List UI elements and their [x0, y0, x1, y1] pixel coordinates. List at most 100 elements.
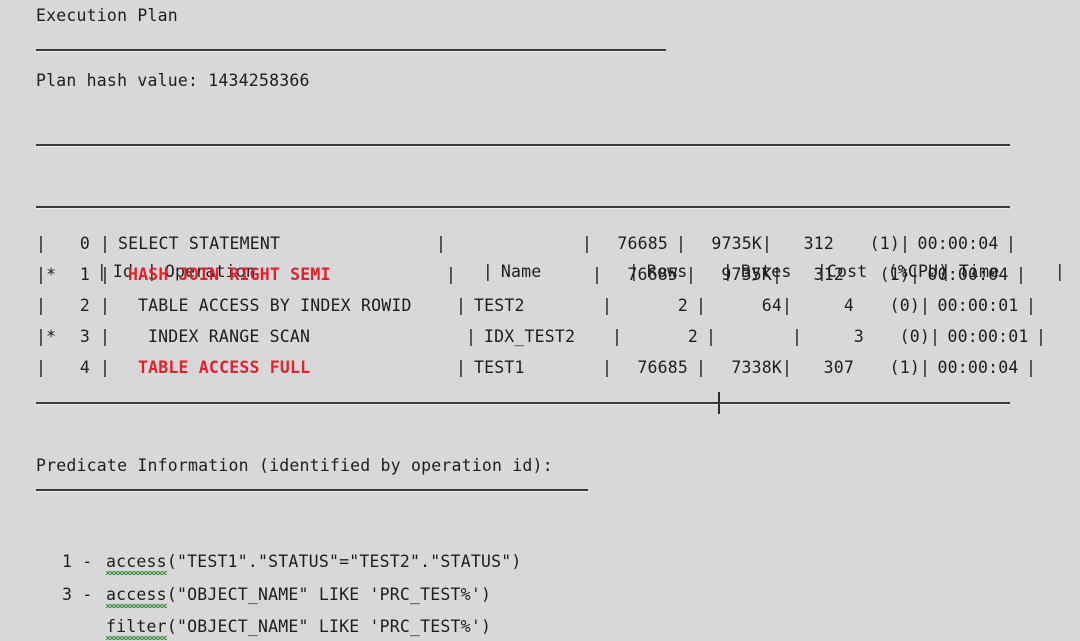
predicate-keyword: access: [106, 552, 167, 575]
row-rows: 76685: [637, 358, 688, 377]
row-cpu-percent: (1): [869, 234, 900, 253]
row-name: TEST2: [474, 296, 525, 315]
row-predicate-flag: |: [36, 358, 47, 377]
row-time: 00:00:04: [937, 358, 1019, 377]
table-row[interactable]: | 2 | TABLE ACCESS BY INDEX ROWID | TEST2 | 2 | 6…: [36, 290, 1046, 321]
column-separator: |: [696, 358, 707, 377]
predicate-information-heading: Predicate Information (identified by ope…: [36, 456, 553, 475]
row-id: 4: [79, 358, 90, 377]
predicate-line: 3 - access("OBJECT_NAME" LIKE 'PRC_TEST%…: [62, 585, 492, 608]
predicate-line: 1 - access("TEST1"."STATUS"="TEST2"."STA…: [62, 552, 522, 575]
row-bytes: 64: [761, 296, 782, 315]
table-row[interactable]: | 0 | SELECT STATEMENT | | 76685 | 9735K| 312 (1)|…: [36, 228, 1046, 259]
row-rows: 76685: [617, 234, 668, 253]
predicate-expression: ("OBJECT_NAME" LIKE 'PRC_TEST%'): [166, 585, 492, 604]
row-operation-highlighted: HASH JOIN RIGHT SEMI: [128, 265, 331, 284]
column-separator: |: [930, 327, 941, 346]
predicate-id: [62, 617, 106, 637]
row-cost: 312: [813, 265, 844, 284]
text-caret: [718, 392, 720, 414]
column-separator: |: [100, 296, 111, 315]
row-operation: TABLE ACCESS FULL: [110, 352, 456, 383]
row-cost: 307: [823, 358, 854, 377]
column-separator: |: [1026, 296, 1037, 315]
column-separator: |: [612, 327, 623, 346]
row-bytes: 9735K: [721, 265, 772, 284]
row-name: TEST1: [474, 358, 525, 377]
row-operation: SELECT STATEMENT: [110, 228, 436, 259]
row-cost: 3: [853, 327, 864, 346]
column-separator: |: [100, 234, 111, 253]
column-separator: |: [792, 327, 803, 346]
row-bytes: 7338K: [731, 358, 782, 377]
row-id: 0: [79, 234, 90, 253]
column-separator: |: [772, 265, 783, 284]
column-separator: |: [446, 265, 457, 284]
row-rows: 2: [677, 296, 688, 315]
column-separator: |: [696, 296, 707, 315]
column-separator: |: [762, 234, 773, 253]
plan-hash-value: Plan hash value: 1434258366: [36, 71, 310, 90]
row-time: 00:00:04: [917, 234, 999, 253]
column-separator: |: [782, 296, 793, 315]
column-separator: |: [910, 265, 921, 284]
column-separator: |: [436, 234, 447, 253]
plan-table-body: | 0 | SELECT STATEMENT | | 76685 | 9735K| 312 (1)|…: [36, 228, 1046, 383]
row-operation: TABLE ACCESS BY INDEX ROWID: [110, 290, 456, 321]
row-predicate-flag: |*: [36, 265, 57, 284]
column-separator: |: [706, 327, 717, 346]
row-cpu-percent: (0): [889, 296, 920, 315]
table-bottom-rule: [36, 402, 1010, 404]
column-separator: |: [920, 358, 931, 377]
row-rows: 2: [687, 327, 698, 346]
predicate-line: filter("OBJECT_NAME" LIKE 'PRC_TEST%'): [62, 617, 492, 640]
predicate-keyword: access: [106, 585, 167, 608]
column-separator: |: [602, 296, 613, 315]
column-separator: |: [456, 296, 467, 315]
table-row[interactable]: | 4 | TABLE ACCESS FULL | TEST1 | 76685 | 7338K| 3…: [36, 352, 1046, 383]
row-time: 00:00:04: [927, 265, 1009, 284]
table-row[interactable]: |* 3 | INDEX RANGE SCAN | IDX_TEST2 | 2 | | 3 (0)| 0…: [36, 321, 1046, 352]
column-separator: |: [1036, 327, 1047, 346]
predicate-expression: ("TEST1"."STATUS"="TEST2"."STATUS"): [166, 552, 522, 571]
table-header-rule: [36, 206, 1010, 208]
row-operation-text: SELECT STATEMENT: [118, 234, 281, 253]
row-operation-text: TABLE ACCESS BY INDEX ROWID: [138, 296, 412, 315]
column-separator: |: [466, 327, 477, 346]
row-predicate-flag: |: [36, 234, 47, 253]
row-rows: 76685: [627, 265, 678, 284]
column-separator: |: [592, 265, 603, 284]
column-separator: |: [100, 358, 111, 377]
row-name: IDX_TEST2: [484, 327, 576, 346]
column-separator: |: [686, 265, 697, 284]
row-id: 2: [79, 296, 90, 315]
column-separator: |: [782, 358, 793, 377]
column-separator: |: [1016, 265, 1027, 284]
column-separator: |: [602, 358, 613, 377]
row-cost: 312: [803, 234, 834, 253]
row-operation: INDEX RANGE SCAN: [110, 321, 466, 352]
predicate-expression: ("OBJECT_NAME" LIKE 'PRC_TEST%'): [166, 617, 492, 636]
row-operation-highlighted: TABLE ACCESS FULL: [138, 358, 311, 377]
page-title: Execution Plan: [36, 6, 178, 25]
column-separator: |: [920, 296, 931, 315]
column-separator: |: [582, 234, 593, 253]
column-separator: |: [1054, 262, 1065, 281]
title-underline: [36, 49, 666, 51]
row-bytes: 9735K: [711, 234, 762, 253]
column-separator: |: [100, 265, 111, 284]
row-operation-text: INDEX RANGE SCAN: [148, 327, 311, 346]
row-time: 00:00:01: [937, 296, 1019, 315]
row-cpu-percent: (1): [889, 358, 920, 377]
table-top-rule: [36, 144, 1010, 146]
column-separator: |: [100, 327, 111, 346]
table-row[interactable]: |* 1 | HASH JOIN RIGHT SEMI | | 76685 | 9735K| 31…: [36, 259, 1046, 290]
column-separator: |: [1026, 358, 1037, 377]
column-separator: |: [1006, 234, 1017, 253]
row-cpu-percent: (1): [879, 265, 910, 284]
row-operation: HASH JOIN RIGHT SEMI: [110, 259, 446, 290]
row-id: 1: [79, 265, 90, 284]
column-separator: |: [900, 234, 911, 253]
execution-plan-document: Execution Plan Plan hash value: 14342583…: [0, 0, 1080, 641]
column-separator: |: [456, 358, 467, 377]
